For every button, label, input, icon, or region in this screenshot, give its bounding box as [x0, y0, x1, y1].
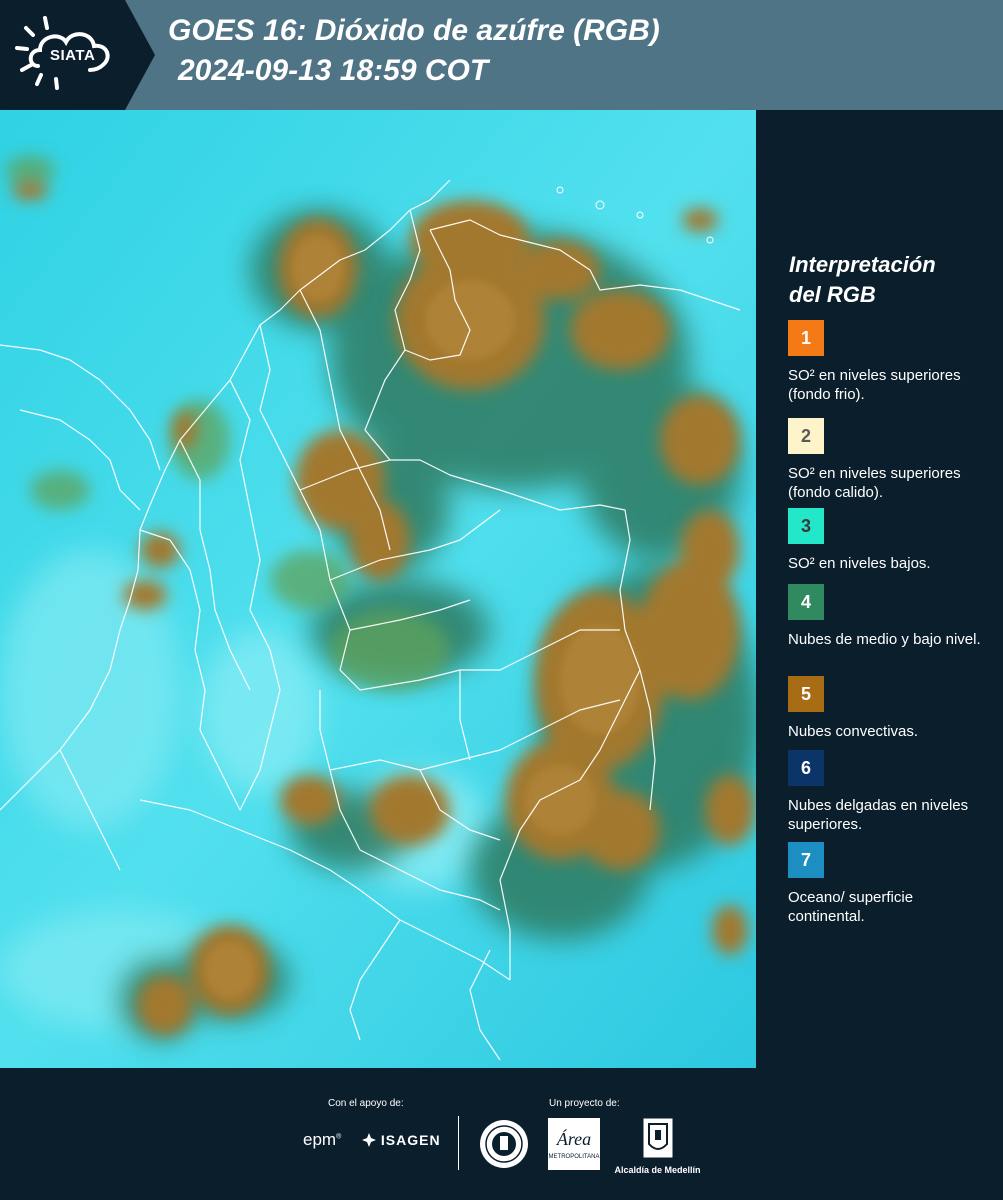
alcaldia-text: Alcaldía de Medellín: [614, 1165, 701, 1175]
support-caption: Con el apoyo de:: [328, 1098, 404, 1109]
legend-item-3: 3 SO² en niveles bajos.: [788, 508, 988, 573]
legend-item-6: 6 Nubes delgadas en niveles superiores.: [788, 750, 988, 834]
epm-logo-text: epm: [303, 1130, 337, 1149]
alcaldia-shield-icon: [643, 1118, 672, 1158]
legend-label: SO² en niveles superiores (fondo frio).: [788, 367, 961, 403]
header-bar: SIATA GOES 16: Dióxido de azúfre (RGB) 2…: [0, 0, 1003, 110]
legend-label: Oceano/ superficie continental.: [788, 889, 914, 925]
legend-swatch: 5: [788, 676, 824, 712]
page-timestamp: 2024-09-13 18:59 COT: [178, 54, 489, 87]
siata-logo[interactable]: SIATA: [0, 0, 155, 110]
area-logo-text: Área: [556, 1128, 591, 1149]
area-logo-sub: METROPOLITANA: [549, 1154, 600, 1160]
legend-panel: Interpretación del RGB 1 SO² en niveles s…: [760, 110, 1003, 1068]
footer-divider: [458, 1116, 459, 1170]
footer: Con el apoyo de: Un proyecto de: epm® IS…: [0, 1068, 1003, 1200]
legend-title-line1: Interpretación: [789, 252, 936, 277]
medellin-seal-icon[interactable]: [478, 1118, 530, 1170]
legend-item-5: 5 Nubes convectivas.: [788, 676, 988, 741]
legend-label: Nubes delgadas en niveles superiores.: [788, 797, 969, 833]
legend-swatch: 6: [788, 750, 824, 786]
legend-item-2: 2 SO² en niveles superiores (fondo calido…: [788, 418, 988, 502]
legend-label: SO² en niveles superiores (fondo calido)…: [788, 465, 961, 501]
area-metropolitana-logo[interactable]: Área METROPOLITANA: [548, 1118, 600, 1175]
siata-logo-text: SIATA: [50, 47, 96, 64]
legend-item-7: 7 Oceano/ superficie continental.: [788, 842, 988, 926]
legend-label: Nubes de medio y bajo nivel.: [788, 631, 981, 648]
legend-swatch: 4: [788, 584, 824, 620]
epm-logo[interactable]: epm®: [303, 1130, 341, 1150]
legend-swatch: 3: [788, 508, 824, 544]
legend-title: Interpretación del RGB: [789, 250, 989, 310]
satellite-image: [0, 110, 756, 1068]
legend-label: SO² en niveles bajos.: [788, 555, 931, 572]
legend-swatch: 7: [788, 842, 824, 878]
area-metropolitana-icon: Área METROPOLITANA: [548, 1118, 600, 1170]
legend-item-1: 1 SO² en niveles superiores (fondo frio).: [788, 320, 988, 404]
legend-item-4: 4 Nubes de medio y bajo nivel.: [788, 584, 988, 649]
legend-label: Nubes convectivas.: [788, 723, 919, 740]
isagen-logo[interactable]: ISAGEN: [362, 1132, 441, 1148]
satellite-map[interactable]: [0, 110, 758, 1068]
project-caption: Un proyecto de:: [549, 1098, 620, 1109]
legend-swatch: 1: [788, 320, 824, 356]
alcaldia-logo[interactable]: Alcaldía de Medellín: [610, 1118, 705, 1175]
page-title: GOES 16: Dióxido de azúfre (RGB): [168, 14, 660, 47]
isagen-mark-icon: [362, 1133, 376, 1147]
isagen-logo-text: ISAGEN: [380, 1132, 441, 1148]
legend-title-line2: del RGB: [789, 282, 876, 307]
legend-swatch: 2: [788, 418, 824, 454]
